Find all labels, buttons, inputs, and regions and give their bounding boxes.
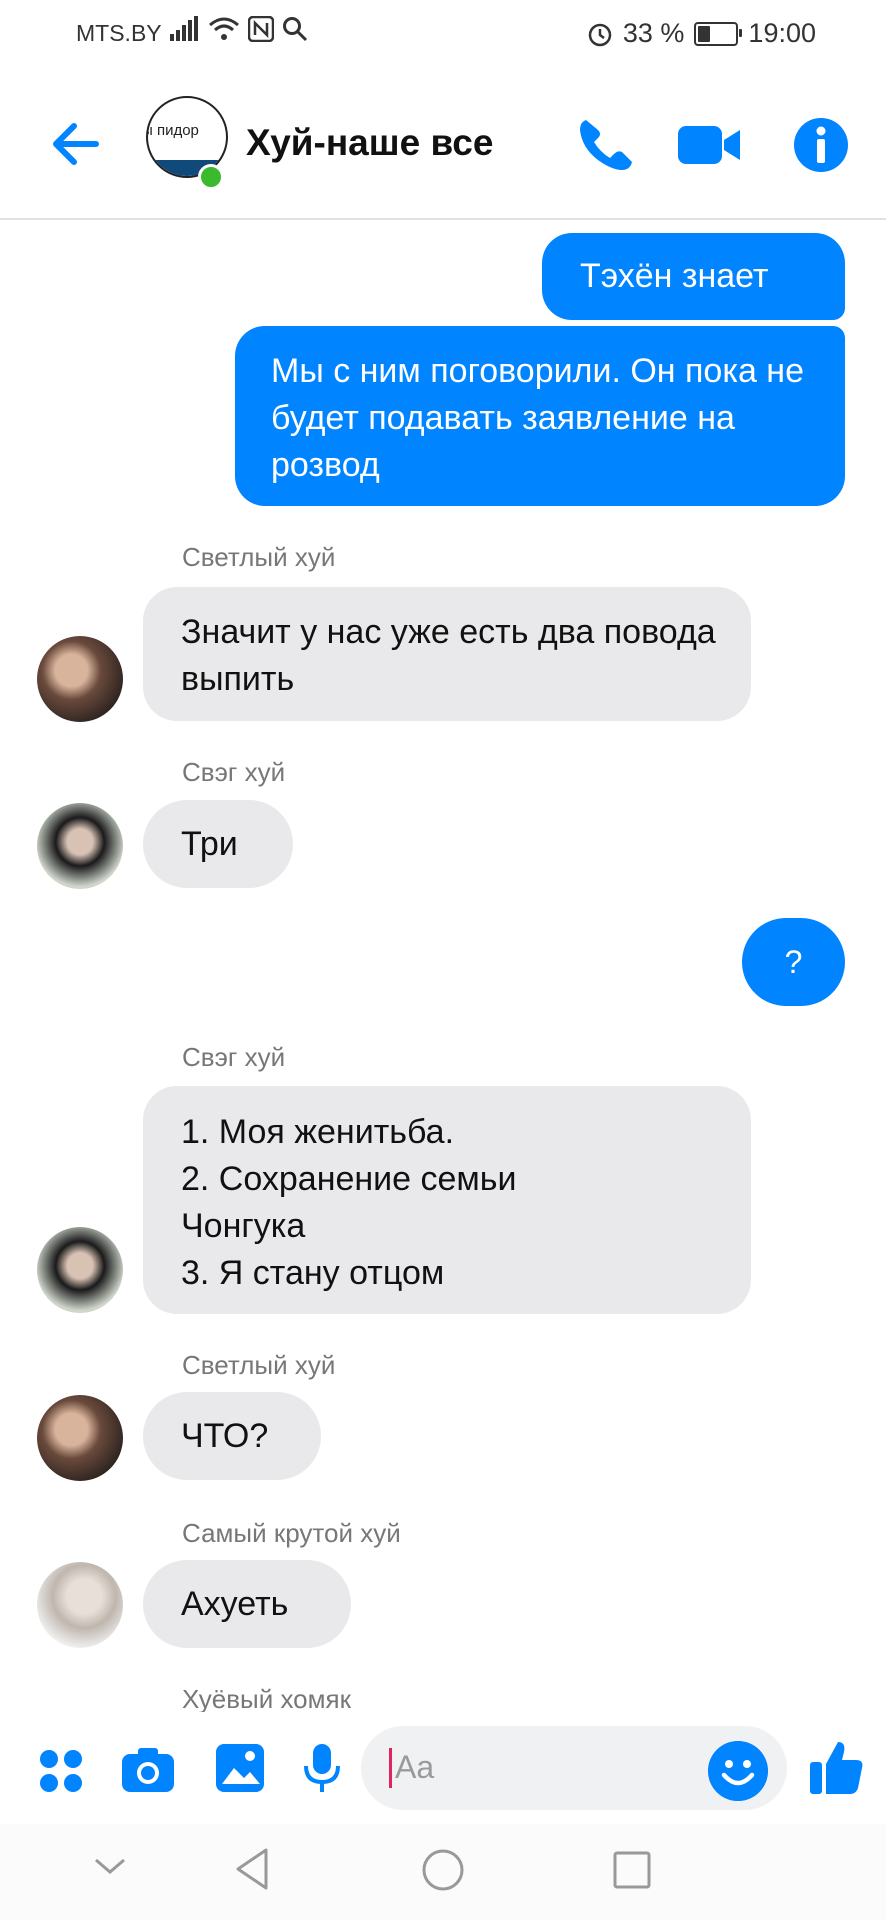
like-icon[interactable] [808, 1738, 864, 1796]
camera-icon[interactable] [120, 1746, 176, 1794]
sender-name: Свэг хуй [182, 1042, 286, 1072]
avatar-svetly[interactable] [37, 1395, 123, 1481]
avatar-sveg[interactable] [37, 1227, 123, 1313]
chat-header: ы пидор Хуй-наше все [0, 70, 886, 220]
sender-name: Самый крутой хуй [182, 1518, 401, 1548]
message-bubble-incoming[interactable]: Три [143, 800, 293, 888]
avatar-krutoy[interactable] [37, 1562, 123, 1648]
message-bubble-outgoing[interactable]: ? [742, 918, 845, 1006]
home-icon[interactable] [421, 1848, 465, 1892]
sender-name: Светлый хуй [182, 542, 336, 572]
back-icon[interactable] [232, 1846, 272, 1892]
search-icon [283, 17, 308, 42]
back-arrow-icon[interactable] [48, 116, 104, 172]
message-bubble-incoming[interactable]: Значит у нас уже есть два повода выпить [143, 587, 751, 721]
info-icon[interactable] [788, 112, 854, 178]
collapse-icon[interactable] [92, 1854, 128, 1878]
apps-icon[interactable] [38, 1748, 84, 1794]
avatar-svetly[interactable] [37, 636, 123, 722]
nfc-icon [248, 16, 274, 42]
battery-percent: 33 % [622, 18, 685, 48]
status-bar: MTS.BY 33 % 19:00 [0, 0, 886, 70]
phone-icon[interactable] [572, 112, 638, 178]
message-bubble-incoming[interactable]: Ахуеть [143, 1560, 351, 1648]
sender-name: Свэг хуй [182, 757, 286, 787]
avatar-caption: ы пидор [146, 122, 199, 139]
message-bubble-incoming[interactable]: 1. Моя женитьба. 2. Сохранение семьи Чон… [143, 1086, 751, 1314]
message-bubble-outgoing[interactable]: Тэхён знает [542, 233, 845, 320]
sender-name: Светлый хуй [182, 1350, 336, 1380]
signal-icon [170, 16, 198, 41]
wifi-icon [209, 17, 239, 40]
carrier-label: MTS.BY [76, 20, 162, 46]
message-bubble-incoming[interactable]: ЧТО? [143, 1392, 321, 1480]
message-input-placeholder: Aa [395, 1749, 435, 1785]
video-icon[interactable] [676, 112, 742, 178]
gallery-icon[interactable] [214, 1742, 266, 1794]
emoji-icon[interactable] [708, 1741, 768, 1801]
microphone-icon[interactable] [302, 1742, 342, 1794]
battery-icon [694, 21, 743, 46]
sender-name: Хуёвый хомяк [182, 1684, 351, 1714]
alarm-icon [588, 23, 612, 46]
avatar-sveg[interactable] [37, 803, 123, 889]
online-indicator [198, 164, 224, 190]
recents-icon[interactable] [612, 1850, 652, 1890]
message-bubble-outgoing[interactable]: Мы с ним поговорили. Он пока не будет по… [235, 326, 845, 506]
chat-title[interactable]: Хуй-наше все [246, 122, 493, 164]
clock: 19:00 [748, 18, 816, 48]
system-nav-bar [0, 1824, 886, 1920]
